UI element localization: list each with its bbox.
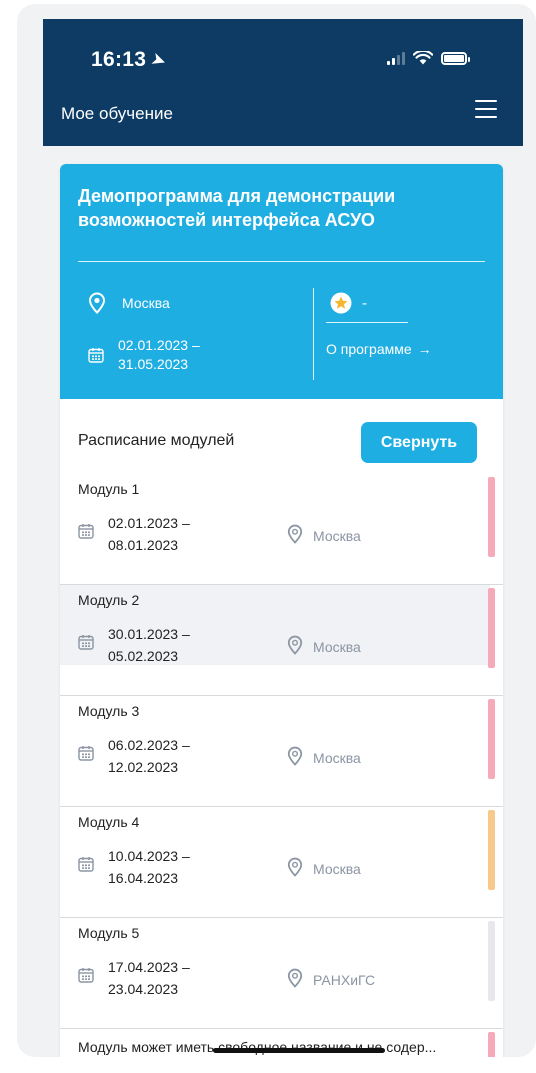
module-name: Модуль 2 [78, 592, 140, 608]
module-date-end: 23.04.2023 [108, 981, 179, 997]
module-row[interactable]: Модуль 5 17.04.2023 – 23.04.2023 РАНХиГС [60, 918, 503, 1029]
module-location: Москва [287, 746, 361, 769]
module-date-start: 10.04.2023 – [108, 848, 190, 864]
module-row[interactable]: Модуль 2 30.01.2023 – 05.02.2023 Москва [60, 585, 503, 696]
module-date-start: 06.02.2023 – [108, 737, 190, 753]
about-program-link[interactable]: О программе → [326, 341, 432, 357]
map-pin-icon [287, 857, 303, 880]
module-date-end: 08.01.2023 [108, 537, 179, 553]
arrow-right-icon: → [417, 341, 432, 357]
status-time: 16:13 ➤ [91, 48, 170, 73]
rating-value: - [362, 294, 367, 312]
calendar-icon [78, 856, 94, 878]
program-dates: 02.01.2023 – 31.05.2023 [88, 336, 200, 374]
location-arrow-icon: ➤ [148, 48, 170, 73]
module-row[interactable]: Модуль 4 10.04.2023 – 16.04.2023 Москва [60, 807, 503, 918]
calendar-icon [78, 634, 94, 656]
schedule-header: Расписание модулей Свернуть [60, 399, 503, 474]
module-accent-bar [488, 1032, 495, 1057]
calendar-icon [78, 523, 94, 545]
content-area: Демопрограмма для демонстрации возможнос… [43, 146, 523, 1057]
module-accent-bar [488, 477, 495, 557]
program-date-start: 02.01.2023 – [118, 337, 200, 353]
calendar-icon [78, 967, 94, 989]
calendar-icon [88, 348, 104, 363]
module-location: Москва [287, 857, 361, 880]
signal-icon [387, 51, 405, 65]
module-name: Модуль 5 [78, 925, 140, 941]
header-divider [78, 261, 485, 262]
program-card: Демопрограмма для демонстрации возможнос… [60, 164, 503, 1057]
hamburger-icon[interactable] [475, 100, 497, 118]
module-date-end: 12.02.2023 [108, 759, 179, 775]
map-pin-icon [88, 292, 106, 314]
module-location: Москва [287, 635, 361, 658]
module-accent-bar [488, 921, 495, 1001]
phone-frame: 16:13 ➤ Мое обучение Демопрограмма для д… [17, 4, 536, 1057]
module-dates: 02.01.2023 – 08.01.2023 [78, 512, 190, 556]
program-location: Москва [88, 292, 170, 314]
module-date-end: 05.02.2023 [108, 648, 179, 664]
wifi-icon [413, 51, 433, 65]
map-pin-icon [287, 524, 303, 547]
home-indicator[interactable] [213, 1048, 385, 1053]
module-date-start: 02.01.2023 – [108, 515, 190, 531]
module-location-text: Москва [313, 749, 361, 766]
program-header: Демопрограмма для демонстрации возможнос… [60, 164, 503, 399]
top-bar: 16:13 ➤ Мое обучение [43, 19, 523, 146]
battery-icon [441, 51, 470, 65]
module-name: Модуль 4 [78, 814, 140, 830]
status-icons [387, 51, 470, 65]
module-location-text: Москва [313, 638, 361, 655]
module-location-text: Москва [313, 860, 361, 877]
module-accent-bar [488, 810, 495, 890]
module-dates: 17.04.2023 – 23.04.2023 [78, 956, 190, 1000]
module-dates: 06.02.2023 – 12.02.2023 [78, 734, 190, 778]
program-title: Демопрограмма для демонстрации возможнос… [78, 186, 396, 230]
module-location-text: РАНХиГС [313, 971, 376, 988]
program-location-text: Москва [122, 295, 170, 311]
program-rating: - [330, 292, 367, 314]
about-program-label: О программе [326, 341, 412, 357]
collapse-button[interactable]: Свернуть [361, 422, 477, 463]
status-time-text: 16:13 [91, 48, 147, 71]
module-row[interactable]: Модуль 3 06.02.2023 – 12.02.2023 Москва [60, 696, 503, 807]
map-pin-icon [287, 635, 303, 658]
map-pin-icon [287, 746, 303, 769]
module-date-end: 16.04.2023 [108, 870, 179, 886]
star-badge-icon [330, 292, 352, 314]
schedule-title: Расписание модулей [78, 432, 235, 449]
module-accent-bar [488, 588, 495, 668]
vertical-divider [313, 288, 314, 380]
module-dates: 10.04.2023 – 16.04.2023 [78, 845, 190, 889]
module-accent-bar [488, 699, 495, 779]
module-location-text: Москва [313, 527, 361, 544]
module-dates: 30.01.2023 – 05.02.2023 [78, 623, 190, 667]
calendar-icon [78, 745, 94, 767]
map-pin-icon [287, 968, 303, 991]
modules-list: Модуль 1 02.01.2023 –08.01.2023 Москва Моду… [60, 474, 503, 1029]
module-row[interactable]: Модуль 1 02.01.2023 – 08.01.2023 Москва [60, 474, 503, 585]
screen: 16:13 ➤ Мое обучение Демопрограмма для д… [43, 19, 523, 1057]
module-name: Модуль 1 [78, 481, 140, 497]
page-title: Мое обучение [61, 104, 173, 123]
module-location: РАНХиГС [287, 968, 375, 991]
module-date-start: 30.01.2023 – [108, 626, 190, 642]
rating-underline [326, 322, 408, 323]
program-date-end: 31.05.2023 [118, 356, 189, 372]
module-name: Модуль 3 [78, 703, 140, 719]
module-date-start: 17.04.2023 – [108, 959, 190, 975]
module-location: Москва [287, 524, 361, 547]
